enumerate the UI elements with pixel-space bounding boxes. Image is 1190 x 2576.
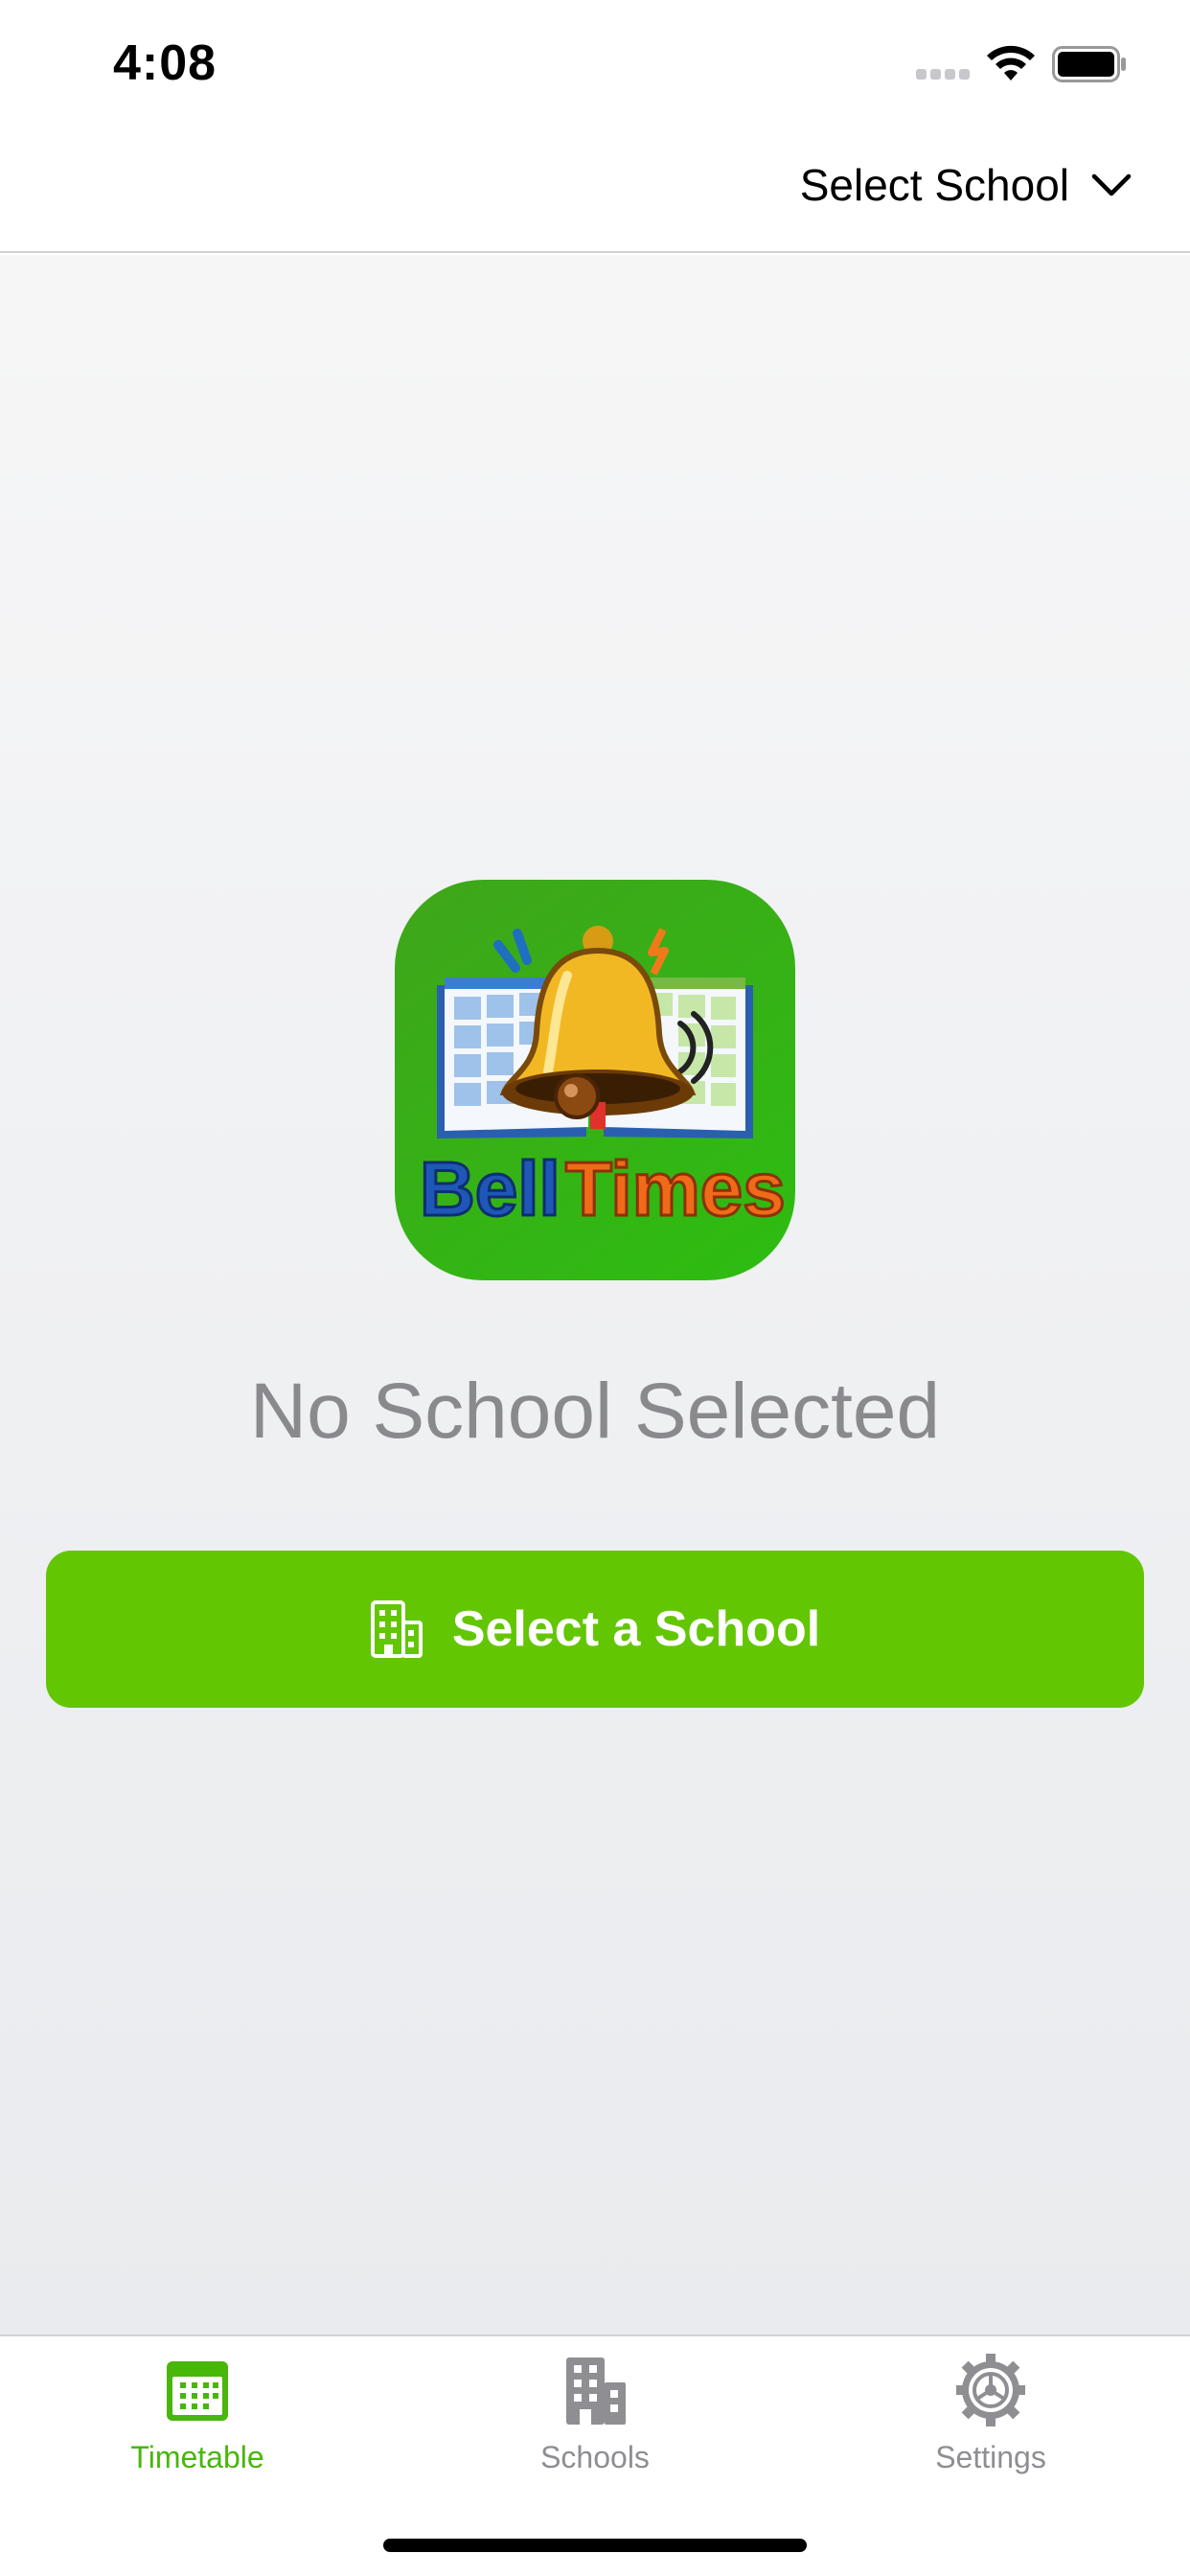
screen: 4:08 Select School Bell Times No School … — [0, 0, 1190, 2576]
status-time: 4:08 — [113, 35, 217, 91]
nav-bar: Select School — [0, 126, 1190, 253]
tab-label-schools: Schools — [540, 2440, 650, 2474]
wifi-icon — [987, 45, 1035, 80]
logo-word-bell: Bell — [420, 1146, 561, 1231]
main-content: Bell Times No School Selected Select a S… — [0, 255, 1190, 2334]
school-picker-label: Select School — [799, 160, 1069, 210]
building-icon — [566, 2358, 626, 2425]
empty-state-title: No School Selected — [249, 1368, 941, 1455]
tab-timetable[interactable]: Timetable — [54, 2354, 341, 2497]
signal-dots-icon — [916, 69, 970, 80]
tab-label-timetable: Timetable — [130, 2440, 264, 2474]
gear-icon — [956, 2354, 1025, 2426]
status-bar: 4:08 — [0, 0, 1190, 126]
battery-icon — [1052, 46, 1126, 82]
logo-word-times: Times — [565, 1146, 786, 1231]
chevron-down-icon — [1091, 173, 1132, 196]
school-picker-button[interactable]: Select School — [800, 159, 1133, 211]
calendar-icon — [167, 2361, 228, 2421]
select-school-button[interactable]: Select a School — [46, 1551, 1144, 1708]
tab-label-settings: Settings — [935, 2440, 1046, 2474]
tab-schools[interactable]: Schools — [451, 2354, 739, 2497]
select-school-button-label: Select a School — [451, 1601, 821, 1657]
bell-times-app-icon: Bell Times — [395, 880, 795, 1280]
tab-settings[interactable]: Settings — [847, 2354, 1134, 2497]
building-icon — [370, 1600, 423, 1658]
home-indicator[interactable] — [383, 2539, 807, 2552]
